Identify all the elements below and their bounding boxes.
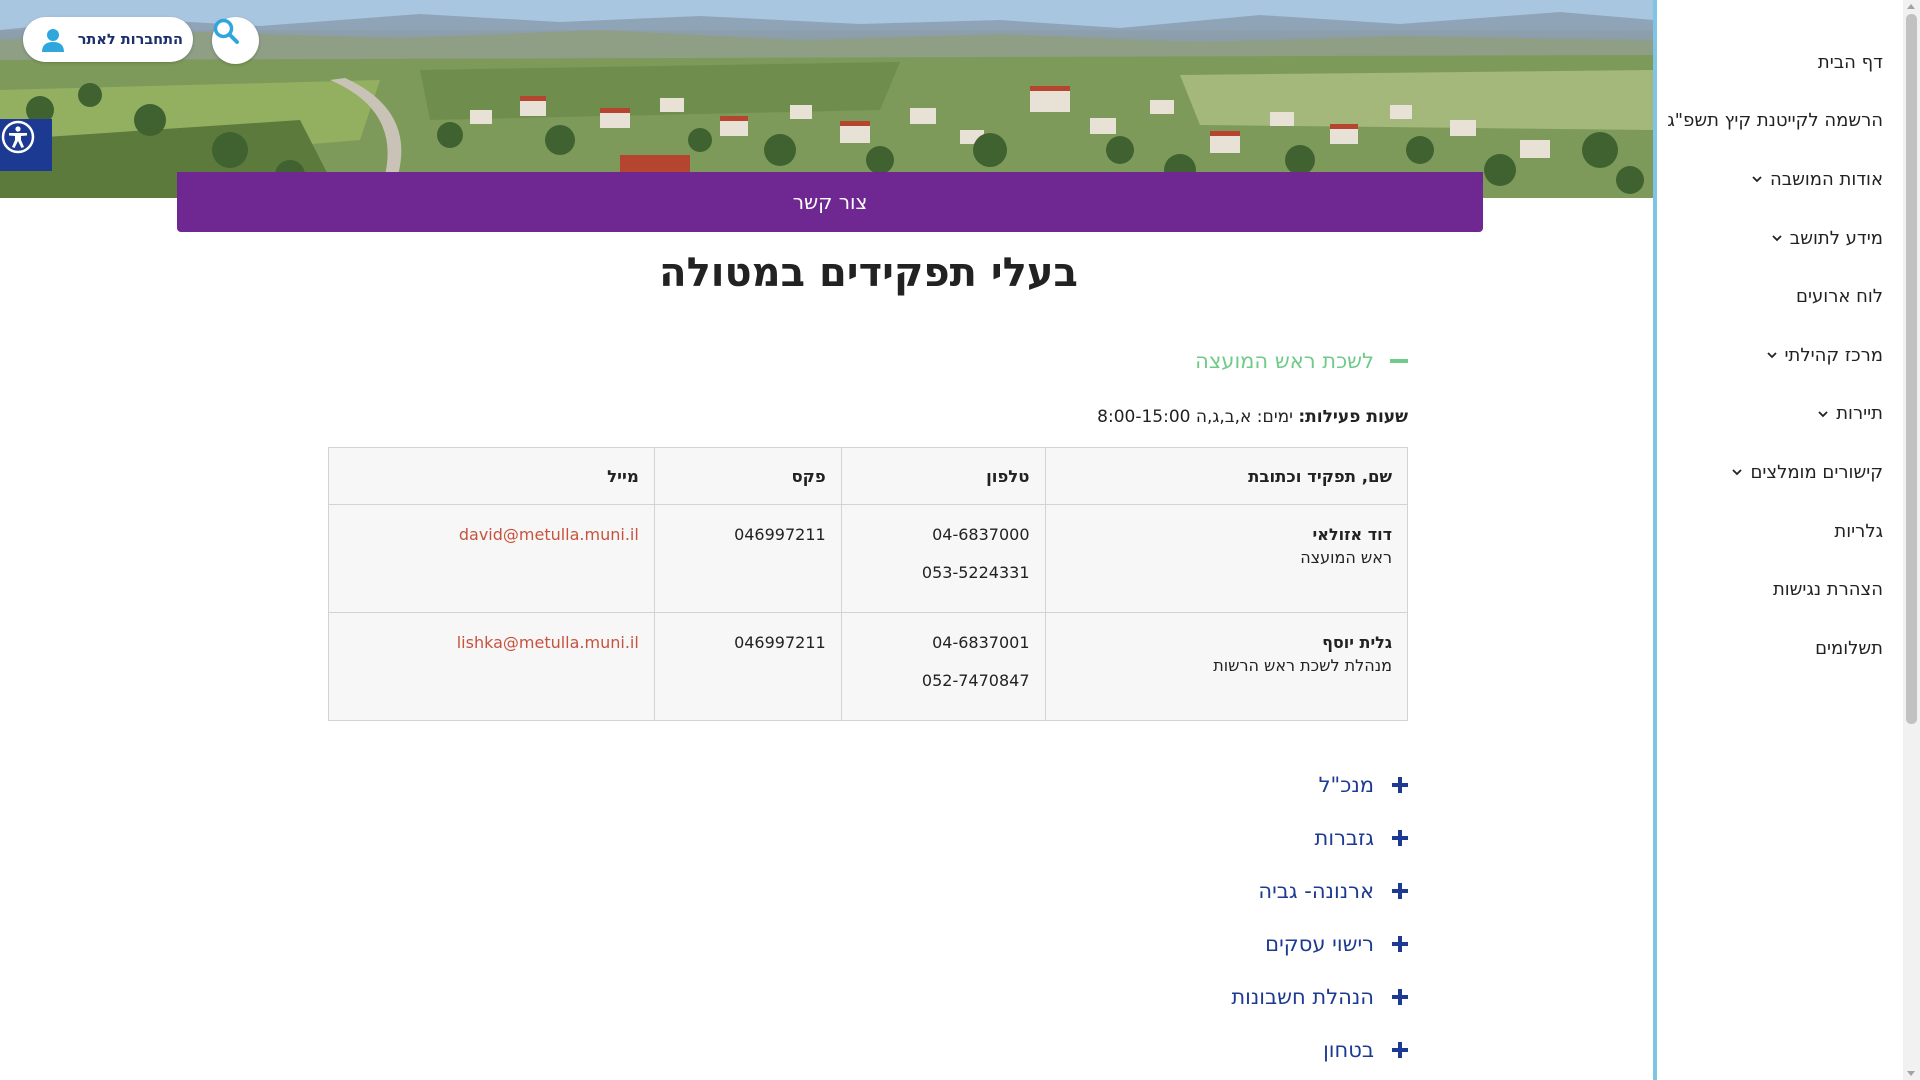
scroll-down-icon[interactable] bbox=[1907, 1071, 1915, 1076]
login-label: התחברות לאתר bbox=[77, 31, 183, 48]
accordion-item-property-tax[interactable]: ארנונה- גביה bbox=[1231, 864, 1408, 917]
contact-us-label: צור קשר bbox=[792, 190, 868, 214]
nav-item-community-center[interactable]: מרכז קהילתי bbox=[1657, 326, 1903, 385]
nav-item-payments[interactable]: תשלומים bbox=[1657, 619, 1903, 678]
fax-cell: 046997211 bbox=[653, 612, 842, 721]
phone-cell: 04-6837001 052-7470847 bbox=[840, 612, 1046, 721]
nav-item-about[interactable]: אודות המושבה bbox=[1657, 150, 1903, 209]
nav-item-resident-info[interactable]: מידע לתושב bbox=[1657, 209, 1903, 268]
accordion-title: גזברות bbox=[1314, 825, 1374, 850]
fax-number: 046997211 bbox=[734, 633, 826, 652]
search-button[interactable] bbox=[212, 17, 259, 64]
plus-icon bbox=[1392, 988, 1408, 1005]
name-cell: דוד אזולאי ראש המועצה bbox=[1044, 504, 1408, 613]
nav-label: מידע לתושב bbox=[1789, 227, 1883, 249]
hero-banner: התחברות לאתר bbox=[0, 0, 1653, 198]
accordion-list: מנכ"ל גזברות ארנונה- גביה רישוי עסקים הנ… bbox=[1231, 758, 1408, 1076]
page-scrollbar[interactable] bbox=[1903, 0, 1920, 1080]
nav-label: הרשמה לקייטנת קיץ תשפ"ג bbox=[1667, 110, 1883, 132]
nav-label: הצהרת נגישות bbox=[1772, 579, 1883, 601]
plus-icon bbox=[1392, 882, 1408, 899]
login-button[interactable]: התחברות לאתר bbox=[23, 17, 193, 62]
mobile-number: 052-7470847 bbox=[921, 671, 1030, 690]
scrollbar-thumb[interactable] bbox=[1906, 14, 1917, 724]
page-title: בעלי תפקידים במטולה bbox=[659, 250, 1078, 296]
nav-item-links[interactable]: קישורים מומלצים bbox=[1657, 443, 1903, 502]
accordion-item-treasury[interactable]: גזברות bbox=[1231, 811, 1408, 864]
plus-icon bbox=[1392, 935, 1408, 952]
accordion-item-business-licensing[interactable]: רישוי עסקים bbox=[1231, 917, 1408, 970]
opening-hours: שעות פעילות: ימים: א,ב,ג,ה 8:00-15:00 bbox=[1097, 407, 1408, 427]
user-icon bbox=[42, 29, 64, 52]
accordion-title: בטחון bbox=[1323, 1037, 1374, 1062]
email-link[interactable]: david@metulla.muni.il bbox=[459, 525, 639, 544]
fax-number: 046997211 bbox=[734, 525, 826, 544]
nav-label: לוח ארועים bbox=[1796, 286, 1883, 308]
nav-item-tourism[interactable]: תיירות bbox=[1657, 385, 1903, 444]
sidebar-nav: דף הבית הרשמה לקייטנת קיץ תשפ"ג אודות המ… bbox=[1653, 0, 1903, 1080]
accordion-header-open[interactable]: לשכת ראש המועצה bbox=[1195, 349, 1408, 373]
nav-item-summer-camp[interactable]: הרשמה לקייטנת קיץ תשפ"ג bbox=[1657, 92, 1903, 151]
phone-number: 04-6837000 bbox=[932, 525, 1030, 544]
nav-label: קישורים מומלצים bbox=[1750, 461, 1883, 483]
search-icon bbox=[213, 18, 239, 44]
email-cell: david@metulla.muni.il bbox=[328, 504, 655, 613]
plus-icon bbox=[1392, 829, 1408, 846]
staff-name: גלית יוסף bbox=[1322, 633, 1392, 652]
accordion-item-ceo[interactable]: מנכ"ל bbox=[1231, 758, 1408, 811]
nav-label: מרכז קהילתי bbox=[1784, 344, 1884, 366]
chevron-down-icon bbox=[1772, 235, 1782, 242]
nav-item-home[interactable]: דף הבית bbox=[1657, 33, 1903, 92]
fax-cell: 046997211 bbox=[653, 504, 842, 613]
staff-role: ראש המועצה bbox=[1300, 548, 1392, 567]
accordion-title: רישוי עסקים bbox=[1265, 931, 1374, 956]
minus-icon bbox=[1390, 359, 1408, 363]
nav-item-galleries[interactable]: גלריות bbox=[1657, 502, 1903, 561]
column-header: טלפון bbox=[840, 447, 1046, 505]
nav-label: גלריות bbox=[1834, 520, 1883, 542]
phone-number: 04-6837001 bbox=[932, 633, 1030, 652]
column-header: פקס bbox=[653, 447, 842, 505]
accordion-title: ארנונה- גביה bbox=[1258, 878, 1374, 903]
table-row: גלית יוסף מנהלת לשכת ראש הרשות 04-683700… bbox=[328, 612, 1408, 721]
staff-name: דוד אזולאי bbox=[1312, 525, 1392, 544]
nav-item-accessibility-statement[interactable]: הצהרת נגישות bbox=[1657, 560, 1903, 619]
nav-item-events[interactable]: לוח ארועים bbox=[1657, 267, 1903, 326]
email-cell: lishka@metulla.muni.il bbox=[328, 612, 655, 721]
accordion-title: מנכ"ל bbox=[1318, 772, 1374, 797]
nav-label: תשלומים bbox=[1815, 637, 1883, 659]
accordion-item-accounting[interactable]: הנהלת חשבונות bbox=[1231, 970, 1408, 1023]
accessibility-icon bbox=[1, 120, 35, 154]
hours-text: ימים: א,ב,ג,ה 8:00-15:00 bbox=[1097, 407, 1293, 427]
nav-label: תיירות bbox=[1836, 403, 1883, 425]
chevron-down-icon bbox=[1732, 469, 1743, 476]
table-header-row: שם, תפקיד וכתובת טלפון פקס מייל bbox=[328, 447, 1408, 505]
nav-label: דף הבית bbox=[1817, 51, 1883, 73]
phone-cell: 04-6837000 053-5224331 bbox=[840, 504, 1046, 613]
scroll-up-icon[interactable] bbox=[1907, 4, 1915, 9]
chevron-down-icon bbox=[1752, 176, 1762, 183]
accordion-item-security[interactable]: בטחון bbox=[1231, 1023, 1408, 1076]
chevron-down-icon bbox=[1766, 352, 1777, 359]
contact-us-button[interactable]: צור קשר bbox=[177, 172, 1483, 232]
plus-icon bbox=[1392, 1041, 1408, 1058]
column-header: שם, תפקיד וכתובת bbox=[1044, 447, 1408, 505]
mobile-number: 053-5224331 bbox=[921, 563, 1030, 582]
staff-role: מנהלת לשכת ראש הרשות bbox=[1213, 656, 1392, 675]
table-row: דוד אזולאי ראש המועצה 04-6837000 053-522… bbox=[328, 504, 1408, 613]
staff-table: שם, תפקיד וכתובת טלפון פקס מייל דוד אזול… bbox=[328, 447, 1408, 721]
accordion-title: לשכת ראש המועצה bbox=[1195, 349, 1374, 373]
chevron-down-icon bbox=[1818, 411, 1828, 418]
accessibility-button[interactable] bbox=[0, 119, 52, 171]
column-header: מייל bbox=[328, 447, 655, 505]
accordion-title: הנהלת חשבונות bbox=[1231, 984, 1374, 1009]
nav-label: אודות המושבה bbox=[1769, 168, 1883, 190]
hours-label: שעות פעילות: bbox=[1298, 407, 1408, 427]
plus-icon bbox=[1392, 776, 1408, 793]
name-cell: גלית יוסף מנהלת לשכת ראש הרשות bbox=[1044, 612, 1408, 721]
email-link[interactable]: lishka@metulla.muni.il bbox=[457, 633, 639, 652]
